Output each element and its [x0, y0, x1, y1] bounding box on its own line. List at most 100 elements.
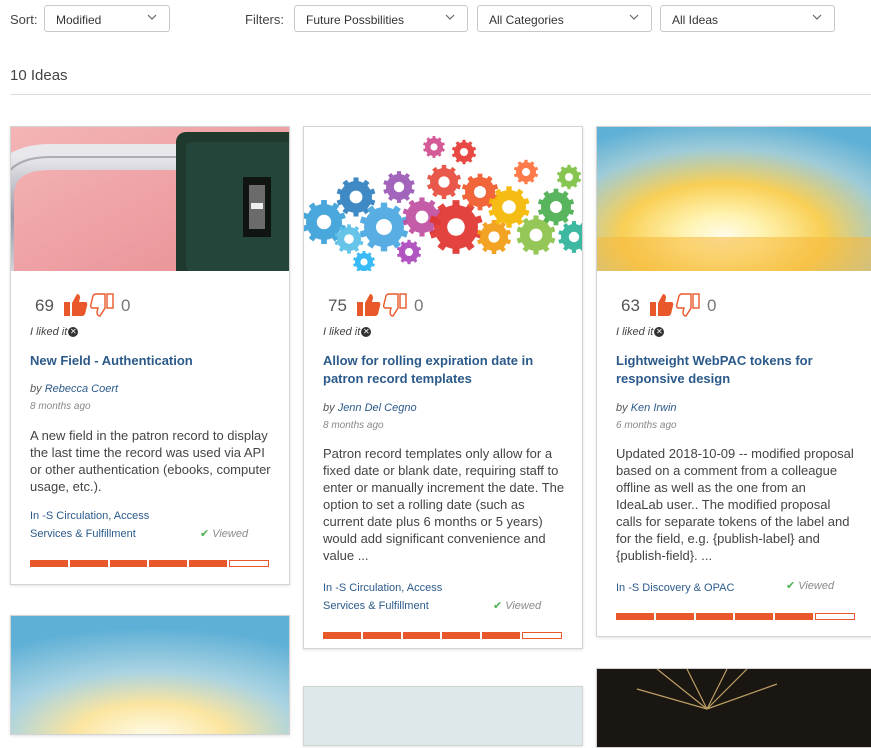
idea-timestamp: 8 months ago [30, 401, 91, 412]
idea-progress [30, 560, 269, 567]
thumbs-up-icon[interactable] [63, 292, 89, 318]
progress-segment [30, 560, 68, 567]
idea-category: In -S Discovery & OPAC [616, 579, 776, 597]
chevron-down-icon [445, 14, 455, 20]
idea-card[interactable] [10, 615, 290, 735]
viewed-text: Viewed [798, 580, 835, 592]
idea-byline: by Rebecca Coert [30, 383, 118, 395]
author-link[interactable]: Ken Irwin [631, 402, 677, 414]
progress-segment [616, 613, 654, 620]
progress-segment [695, 613, 734, 620]
progress-segment [815, 613, 855, 620]
viewed-status: ✔ Viewed [493, 599, 541, 612]
category-prefix: In [323, 582, 333, 594]
author-link[interactable]: Jenn Del Cegno [338, 402, 417, 414]
idea-card[interactable] [303, 686, 583, 746]
sort-select-value: Modified [56, 13, 102, 27]
sort-label: Sort: [10, 12, 38, 27]
byline-prefix: by [30, 383, 42, 395]
filter-status-value: Future Possbilities [306, 13, 405, 27]
check-icon: ✔ [493, 600, 503, 612]
idea-progress [616, 613, 855, 620]
filters-label: Filters: [245, 12, 284, 27]
idea-title[interactable]: Allow for rolling expiration date in pat… [323, 352, 568, 388]
progress-segment [442, 632, 481, 639]
viewed-status: ✔ Viewed [200, 527, 248, 540]
idea-category: In -S Circulation, Access Services & Ful… [30, 507, 190, 543]
filter-category-value: All Categories [489, 13, 564, 27]
category-link[interactable]: -S Circulation, Access Services & Fulfil… [30, 510, 149, 540]
category-link[interactable]: -S Circulation, Access Services & Fulfil… [323, 582, 442, 612]
thumbs-down-icon[interactable] [674, 292, 702, 318]
idea-card[interactable]: 75 0 I liked it ✕ Allow for rolling expir… [303, 126, 583, 649]
liked-text: I liked it [30, 326, 68, 338]
idea-card[interactable]: 63 0 I liked it ✕ Lightweight WebPAC toke… [596, 126, 871, 637]
liked-status: I liked it ✕ [323, 326, 372, 338]
thumbs-up-icon[interactable] [356, 292, 382, 318]
viewed-text: Viewed [505, 600, 542, 612]
idea-image-sparkler[interactable] [597, 669, 871, 748]
liked-status: I liked it ✕ [30, 326, 79, 338]
check-icon: ✔ [786, 580, 796, 592]
progress-segment [323, 632, 361, 639]
idea-timestamp: 8 months ago [323, 420, 384, 431]
upvote-count: 69 [35, 296, 54, 315]
progress-segment [69, 560, 108, 567]
progress-segment [109, 560, 148, 567]
category-link[interactable]: -S Discovery & OPAC [628, 582, 734, 594]
progress-segment [229, 560, 269, 567]
author-link[interactable]: Rebecca Coert [45, 383, 118, 395]
viewed-status: ✔ Viewed [786, 579, 834, 592]
category-prefix: In [616, 582, 626, 594]
thumbs-down-icon[interactable] [88, 292, 116, 318]
byline-prefix: by [323, 402, 335, 414]
idea-title[interactable]: New Field - Authentication [30, 352, 275, 370]
byline-prefix: by [616, 402, 628, 414]
idea-description: Patron record templates only allow for a… [323, 446, 565, 563]
sort-select[interactable]: Modified [44, 5, 170, 32]
idea-card[interactable]: 69 0 I liked it ✕ New Field - Authenticat… [10, 126, 290, 585]
progress-segment [482, 632, 521, 639]
viewed-text: Viewed [212, 528, 249, 540]
category-prefix: In [30, 510, 40, 522]
thumbs-down-icon[interactable] [381, 292, 409, 318]
idea-image-padlock[interactable] [11, 127, 289, 271]
divider [10, 94, 871, 95]
progress-segment [522, 632, 562, 639]
idea-category: In -S Circulation, Access Services & Ful… [323, 579, 483, 615]
idea-title[interactable]: Lightweight WebPAC tokens for responsive… [616, 352, 851, 388]
idea-image-sunburst[interactable] [11, 616, 290, 735]
remove-like-icon[interactable]: ✕ [68, 327, 79, 338]
idea-timestamp: 6 months ago [616, 420, 677, 431]
chevron-down-icon [629, 14, 639, 20]
idea-progress [323, 632, 562, 639]
idea-description: A new field in the patron record to disp… [30, 428, 271, 494]
downvote-count: 0 [707, 296, 717, 315]
progress-segment [402, 632, 441, 639]
remove-like-icon[interactable]: ✕ [654, 327, 665, 338]
liked-text: I liked it [616, 326, 654, 338]
progress-segment [735, 613, 774, 620]
progress-segment [189, 560, 228, 567]
ideas-count: 10 Ideas [10, 67, 68, 84]
idea-card[interactable] [596, 668, 871, 748]
upvote-count: 75 [328, 296, 347, 315]
downvote-count: 0 [414, 296, 424, 315]
upvote-count: 63 [621, 296, 640, 315]
liked-text: I liked it [323, 326, 361, 338]
check-icon: ✔ [200, 528, 210, 540]
filter-category-select[interactable]: All Categories [477, 5, 652, 32]
idea-description: Updated 2018-10-09 -- modified proposal … [616, 446, 854, 563]
filter-status-select[interactable]: Future Possbilities [294, 5, 468, 32]
filter-toolbar: Sort: Modified Filters: Future Possbilit… [0, 0, 871, 40]
idea-image-sunburst[interactable] [597, 127, 871, 271]
thumbs-up-icon[interactable] [649, 292, 675, 318]
filter-ideas-select[interactable]: All Ideas [660, 5, 835, 32]
chevron-down-icon [812, 14, 822, 20]
progress-segment [149, 560, 188, 567]
idea-image-gears[interactable] [304, 127, 582, 271]
remove-like-icon[interactable]: ✕ [361, 327, 372, 338]
liked-status: I liked it ✕ [616, 326, 665, 338]
progress-segment [655, 613, 694, 620]
progress-segment [775, 613, 814, 620]
